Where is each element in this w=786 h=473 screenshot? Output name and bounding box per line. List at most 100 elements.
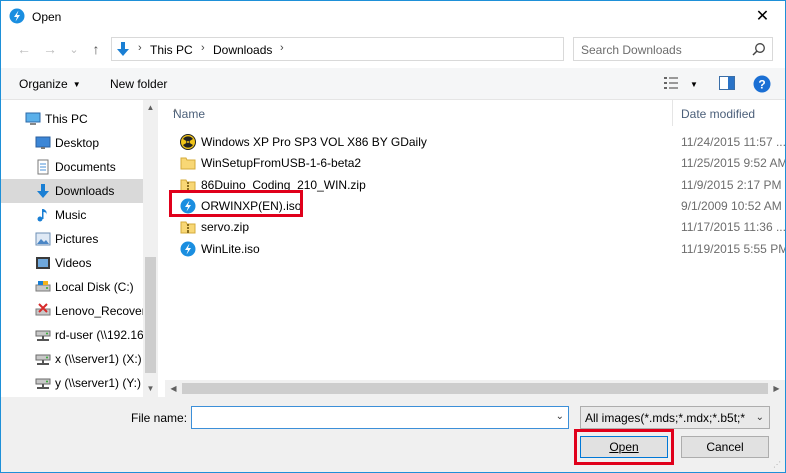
nav-item[interactable]: This PC: [1, 107, 143, 131]
file-row[interactable]: WinLite.iso 11/19/2015 5:55 PM: [165, 238, 785, 259]
back-arrow-icon: ←: [17, 41, 31, 57]
search-box[interactable]: Search Downloads: [573, 37, 773, 61]
nav-item[interactable]: Downloads: [1, 179, 143, 203]
window-title: Open: [32, 10, 62, 24]
chevron-down-icon: ⌄: [69, 43, 79, 56]
nav-item[interactable]: x (\\server1) (X:): [1, 347, 143, 371]
column-date-label: Date modified: [681, 107, 756, 121]
search-input[interactable]: Search Downloads: [581, 43, 682, 57]
title-bar: Open ✕: [1, 1, 785, 32]
nav-item[interactable]: Local Disk (C:): [1, 275, 143, 299]
nav-item-label: Desktop: [55, 136, 100, 150]
scrollbar-thumb[interactable]: [182, 383, 768, 394]
nav-item-label: This PC: [45, 112, 88, 126]
local-disk-icon: [35, 279, 51, 295]
scrollbar-thumb[interactable]: [145, 257, 156, 373]
file-name: Windows XP Pro SP3 VOL X86 BY GDaily: [201, 135, 427, 149]
chevron-down-icon: ⌄: [755, 412, 764, 423]
file-date-modified: 11/19/2015 5:55 PM: [681, 241, 785, 256]
nav-item-label: x (\\server1) (X:): [55, 352, 142, 366]
up-arrow-icon: ↑: [92, 41, 100, 57]
cancel-button[interactable]: Cancel: [681, 436, 769, 458]
search-icon: [752, 43, 765, 56]
desktop-icon: [35, 135, 51, 151]
download-arrow-icon: [35, 183, 51, 199]
videos-icon: [35, 255, 51, 271]
file-name: WinSetupFromUSB-1-6-beta2: [201, 156, 362, 171]
view-options-caret-icon[interactable]: ▼: [690, 80, 698, 89]
resize-grip-icon[interactable]: ⋰: [773, 460, 783, 470]
file-name-label: File name:: [131, 411, 188, 425]
help-glyph: ?: [758, 78, 765, 92]
nav-item-label: Music: [55, 208, 87, 222]
column-name-label: Name: [173, 107, 206, 121]
file-date-modified: 11/9/2015 2:17 PM: [681, 177, 782, 192]
file-name-input[interactable]: ⌄: [191, 406, 569, 429]
recovery-drive-icon: [35, 303, 51, 319]
nav-item-label: Lenovo_Recover: [55, 304, 143, 318]
scroll-left-icon[interactable]: ◀: [165, 380, 182, 397]
address-bar[interactable]: › This PC › Downloads › ⌄ ↻: [111, 37, 665, 61]
scroll-right-icon[interactable]: ▶: [768, 380, 785, 397]
download-arrow-icon: [117, 42, 129, 56]
column-header-date-modified[interactable]: Date modified: [672, 100, 785, 126]
nav-item-label: y (\\server1) (Y:): [55, 376, 142, 390]
forward-arrow-icon: →: [43, 41, 57, 57]
chevron-down-icon[interactable]: ⌄: [556, 411, 564, 422]
column-header-name[interactable]: Name ^: [165, 100, 671, 126]
help-icon[interactable]: ?: [753, 75, 771, 93]
nav-item[interactable]: Music: [1, 203, 143, 227]
nav-item-label: Documents: [55, 160, 116, 174]
caret-down-icon: ▼: [72, 80, 81, 89]
nav-item[interactable]: rd-user (\\192.16: [1, 323, 143, 347]
radioactive-icon: [180, 134, 196, 150]
recent-locations-button[interactable]: ⌄: [65, 40, 83, 58]
network-drive-icon: [35, 327, 51, 343]
breadcrumb-this-pc[interactable]: This PC: [150, 43, 193, 57]
breadcrumb-separator-icon: ›: [201, 42, 205, 54]
nav-item[interactable]: Videos: [1, 251, 143, 275]
file-type-filter-value: All images(*.mds;*.mdx;*.b5t;*.: [585, 411, 745, 425]
forward-button[interactable]: →: [41, 40, 59, 58]
folder-icon: [180, 155, 196, 171]
nav-pane-scrollbar[interactable]: ▲ ▼: [143, 100, 158, 397]
file-name: WinLite.iso: [201, 241, 260, 256]
nav-item[interactable]: y (\\server1) (Y:): [1, 371, 143, 395]
scroll-up-icon[interactable]: ▲: [143, 100, 158, 116]
file-date-modified: 9/1/2009 10:52 AM: [681, 198, 782, 213]
zip-folder-icon: [180, 219, 196, 235]
navigation-pane: This PC Desktop Documents Downloads Music Pic…: [1, 100, 159, 397]
change-view-icon[interactable]: [663, 76, 679, 90]
breadcrumb-downloads[interactable]: Downloads: [213, 43, 272, 57]
music-note-icon: [35, 207, 51, 223]
close-button[interactable]: ✕: [740, 1, 785, 31]
close-icon: ✕: [755, 8, 770, 25]
back-button[interactable]: ←: [15, 40, 33, 58]
file-row[interactable]: Windows XP Pro SP3 VOL X86 BY GDaily 11/2…: [165, 131, 785, 152]
up-button[interactable]: ↑: [87, 40, 105, 58]
nav-item-label: rd-user (\\192.16: [55, 328, 143, 342]
nav-item[interactable]: Lenovo_Recover: [1, 299, 143, 323]
file-date-modified: 11/24/2015 11:57 ...: [681, 135, 785, 149]
preview-pane-icon[interactable]: [719, 76, 735, 90]
scroll-down-icon[interactable]: ▼: [143, 381, 158, 397]
file-type-filter[interactable]: All images(*.mds;*.mdx;*.b5t;*. ⌄: [580, 406, 770, 429]
nav-item-label: Pictures: [55, 232, 99, 246]
dialog-footer: File name: ⌄ All images(*.mds;*.mdx;*.b5…: [1, 397, 785, 472]
breadcrumb-separator-icon: ›: [280, 42, 284, 54]
organize-button[interactable]: Organize ▼: [19, 77, 81, 91]
command-bar: Organize ▼ New folder ▼ ?: [1, 68, 785, 100]
daemon-tools-lightning-icon: [9, 8, 25, 24]
new-folder-button[interactable]: New folder: [110, 77, 167, 91]
file-list: Name ^ Date modified Windows XP Pro SP3 …: [165, 100, 785, 397]
nav-item[interactable]: Pictures: [1, 227, 143, 251]
address-row: ← → ⌄ ↑ › This PC › Downloads › ⌄ ↻ Sear…: [1, 32, 785, 68]
nav-item[interactable]: Documents: [1, 155, 143, 179]
nav-item[interactable]: Desktop: [1, 131, 143, 155]
file-row[interactable]: WinSetupFromUSB-1-6-beta2 11/25/2015 9:52…: [165, 152, 785, 173]
cancel-button-label: Cancel: [706, 440, 744, 454]
file-list-horizontal-scrollbar[interactable]: ◀ ▶: [165, 380, 785, 397]
nav-item-label: Downloads: [55, 184, 115, 198]
file-row[interactable]: servo.zip 11/17/2015 11:36 ...: [165, 216, 785, 237]
file-date-modified: 11/25/2015 9:52 AM: [681, 156, 785, 171]
